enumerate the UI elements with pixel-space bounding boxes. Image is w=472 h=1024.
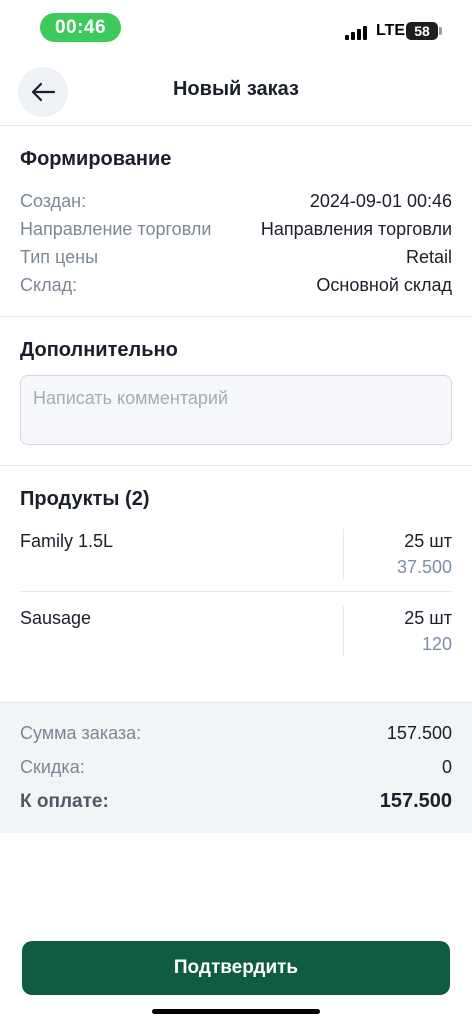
product-name: Family 1.5L xyxy=(20,531,114,551)
product-row[interactable]: Family 1.5L 25 шт 37.500 xyxy=(20,529,452,581)
product-qty: 25 шт xyxy=(404,531,452,551)
info-label: Направление торговли xyxy=(20,218,212,239)
section-divider xyxy=(0,316,472,317)
info-row-trade-direction[interactable]: Направление торговли Направления торговл… xyxy=(20,215,452,243)
status-bar: 00:46 LTE 58 xyxy=(0,0,472,56)
product-name: Sausage xyxy=(20,608,92,628)
confirm-button[interactable]: Подтвердить xyxy=(22,941,450,995)
comment-input[interactable] xyxy=(20,375,452,445)
formation-title: Формирование xyxy=(20,148,172,170)
info-value: 2024-09-01 00:46 xyxy=(309,190,452,211)
status-time: 00:46 xyxy=(40,13,121,42)
summary-label: Скидка: xyxy=(20,757,85,777)
section-divider xyxy=(0,465,472,466)
product-divider xyxy=(20,591,452,592)
signal-icon xyxy=(345,24,369,40)
product-separator xyxy=(343,606,344,656)
order-summary: Сумма заказа: 157.500 Скидка: 0 К оплате… xyxy=(0,702,472,833)
products-title: Продукты (2) xyxy=(20,488,150,510)
battery-tip xyxy=(439,27,442,35)
info-value: Основной склад xyxy=(316,274,452,295)
additional-title: Дополнительно xyxy=(20,339,178,361)
summary-row-order-sum: Сумма заказа: 157.500 xyxy=(20,723,452,744)
info-row-price-type[interactable]: Тип цены Retail xyxy=(20,243,452,271)
total-label: К оплате: xyxy=(20,790,109,812)
info-label: Тип цены xyxy=(20,246,99,267)
battery-icon: 58 xyxy=(406,22,438,40)
header-divider xyxy=(0,125,472,126)
info-row-created: Создан: 2024-09-01 00:46 xyxy=(20,187,452,215)
summary-label: Сумма заказа: xyxy=(20,723,142,743)
header: Новый заказ xyxy=(0,56,472,126)
product-row[interactable]: Sausage 25 шт 120 xyxy=(20,606,452,658)
summary-value: 157.500 xyxy=(386,723,452,743)
page-title: Новый заказ xyxy=(172,78,299,100)
info-row-warehouse[interactable]: Склад: Основной склад xyxy=(20,271,452,299)
info-value: Retail xyxy=(405,246,452,267)
product-separator xyxy=(343,529,344,579)
home-indicator xyxy=(152,1009,320,1014)
product-qty: 25 шт xyxy=(404,608,452,628)
network-type: LTE xyxy=(376,22,406,39)
info-value: Направления торговли xyxy=(260,218,452,239)
info-label: Создан: xyxy=(20,190,87,211)
summary-row-to-pay: К оплате: 157.500 xyxy=(20,790,452,813)
product-price: 120 xyxy=(421,634,452,654)
total-value: 157.500 xyxy=(379,790,452,812)
summary-value: 0 xyxy=(441,757,452,777)
info-label: Склад: xyxy=(20,274,78,295)
product-price: 37.500 xyxy=(396,557,452,577)
summary-row-discount: Скидка: 0 xyxy=(20,757,452,778)
